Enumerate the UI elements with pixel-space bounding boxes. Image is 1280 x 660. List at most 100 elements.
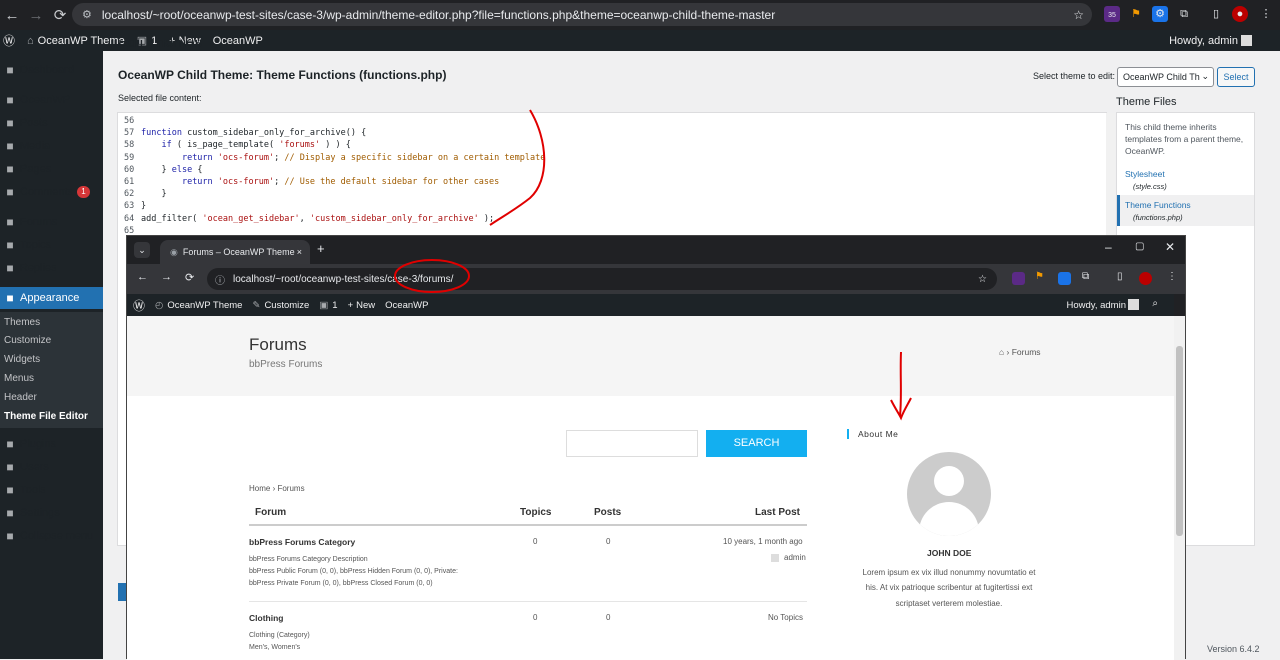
forward-icon[interactable]: → (24, 7, 48, 24)
forum-search-input[interactable] (566, 430, 698, 457)
inner-back-icon[interactable]: ← (137, 271, 148, 283)
extension-icon[interactable]: 35 (1104, 6, 1120, 22)
code-line[interactable]: if ( is_page_template( 'forums' ) ) { (141, 140, 350, 150)
sidebar-item-topics[interactable]: ■ Topics (0, 234, 103, 256)
sidebar-item-appearance[interactable]: ■ Appearance (0, 287, 103, 309)
sidebar-item-replies[interactable]: ■ Replies (0, 257, 103, 279)
admin-oceanwp[interactable]: OceanWP (213, 35, 263, 47)
sidebar-item-dashboard[interactable]: ■ Dashboard (0, 59, 103, 81)
breadcrumb-home-icon[interactable]: ⌂ (999, 347, 1004, 357)
extension-gear-icon[interactable]: ⚙ (1152, 6, 1168, 22)
inner-extension-icon[interactable] (1012, 272, 1025, 285)
submenu-themes[interactable]: Themes (4, 317, 40, 328)
site-info-icon[interactable]: ⚙ (82, 8, 92, 21)
inner-new[interactable]: New (356, 300, 375, 311)
file-theme-functions[interactable]: Theme Functions (1125, 200, 1191, 210)
editor-title: OceanWP Child Theme: Theme Functions (fu… (118, 68, 447, 82)
sidebar-item-users[interactable]: ■ Users (0, 456, 103, 478)
code-line[interactable]: return 'ocs-forum'; // Display a specifi… (141, 153, 545, 163)
avatar[interactable] (1241, 35, 1252, 46)
sidebar-item-comments[interactable]: ■ Comments 1 (0, 181, 103, 203)
window-close-icon[interactable]: ✕ (1165, 240, 1175, 254)
submenu-theme-file-editor[interactable]: Theme File Editor (4, 411, 88, 422)
theme-select[interactable]: OceanWP Child Th ⌄ (1117, 67, 1214, 87)
forum-name[interactable]: bbPress Forums Category (249, 537, 355, 547)
sidebar-item-oceanwp[interactable]: ■ OceanWP (0, 89, 103, 111)
code-line[interactable]: } (141, 189, 166, 199)
breadcrumb-current: Forums (1011, 347, 1041, 357)
address-bar[interactable]: ⚙ localhost/~root/oceanwp-test-sites/cas… (72, 3, 1092, 26)
code-line[interactable]: function custom_sidebar_only_for_archive… (141, 128, 366, 138)
bookmark-star-icon[interactable]: ☆ (1073, 8, 1084, 22)
inner-panel-icon[interactable]: ▯ (1117, 271, 1123, 282)
select-button[interactable]: Select (1217, 67, 1255, 87)
menu-dots-icon[interactable]: ⋮ (1258, 6, 1274, 22)
inner-flag-icon[interactable]: ⚑ (1035, 271, 1044, 282)
close-icon[interactable]: × (297, 247, 302, 257)
forum-search-button[interactable]: SEARCH (706, 430, 807, 457)
submenu-widgets[interactable]: Widgets (4, 354, 40, 365)
sidebar-item-tools[interactable]: ■ Tools (0, 479, 103, 501)
submenu-customize[interactable]: Customize (4, 335, 51, 346)
forum-name[interactable]: Clothing (249, 613, 283, 623)
inner-url: localhost/~root/oceanwp-test-sites/case-… (233, 273, 454, 285)
sidebar-item-plugins[interactable]: ■ Plugins (0, 433, 103, 455)
new-tab-icon[interactable]: + (317, 241, 325, 256)
sidebar-item-settings[interactable]: ■ Settings (0, 502, 103, 524)
submenu-menus[interactable]: Menus (4, 373, 34, 384)
inner-search-icon[interactable]: ⌕ (1152, 298, 1158, 309)
profile-avatar-icon[interactable]: ● (1232, 6, 1248, 22)
wordpress-logo-icon[interactable]: Ⓦ (3, 32, 15, 49)
inner-scroll-thumb[interactable] (1176, 346, 1183, 536)
back-icon[interactable]: ← (0, 7, 24, 24)
tab-search-icon[interactable]: ⌄ (134, 242, 150, 258)
forum-last-post[interactable]: 10 years, 1 month ago (723, 537, 803, 546)
code-line[interactable]: add_filter( 'ocean_get_sidebar', 'custom… (141, 214, 494, 224)
inner-howdy[interactable]: Howdy, admin (1067, 300, 1127, 311)
inner-tab[interactable]: ◉ Forums – OceanWP Theme × (160, 240, 310, 264)
extensions-puzzle-icon[interactable]: ⧉ (1176, 6, 1192, 22)
reload-icon[interactable]: ⟳ (48, 6, 72, 24)
code-line[interactable]: } else { (141, 165, 202, 175)
submenu-header[interactable]: Header (4, 392, 37, 403)
line-number: 64 (124, 213, 135, 224)
sidebar-item-media[interactable]: ■ Media (0, 135, 103, 157)
admin-howdy[interactable]: Howdy, admin (1169, 35, 1238, 47)
inner-site-name[interactable]: OceanWP Theme (167, 300, 242, 311)
inner-forward-icon[interactable]: → (161, 271, 172, 283)
sidebar-item-posts[interactable]: ■ Posts (0, 112, 103, 134)
code-line[interactable]: } (141, 201, 146, 211)
browser-toolbar: ← → ⟳ ⚙ localhost/~root/oceanwp-test-sit… (0, 0, 1280, 30)
inner-reload-icon[interactable]: ⟳ (185, 271, 194, 284)
forum-topics: 0 (533, 537, 538, 546)
sidebar-item-pages[interactable]: ■ Pages (0, 158, 103, 180)
inner-avatar[interactable] (1128, 299, 1139, 310)
side-panel-icon[interactable]: ▯ (1208, 6, 1224, 22)
inner-menu-icon[interactable]: ⋮ (1167, 271, 1177, 282)
minimize-icon[interactable]: – (1105, 240, 1112, 254)
inner-scrollbar[interactable] (1174, 316, 1185, 660)
author-bio-3: scriptaset verterem molestiae. (895, 599, 1003, 608)
inner-comments-count[interactable]: 1 (332, 300, 337, 311)
inner-oceanwp[interactable]: OceanWP (385, 300, 428, 311)
inner-gear-icon[interactable] (1058, 272, 1071, 285)
sidebar-item-forums[interactable]: ■ Forums (0, 211, 103, 233)
extension-flag-icon[interactable]: ⚑ (1128, 6, 1144, 22)
inner-address-bar[interactable]: ⓘ localhost/~root/oceanwp-test-sites/cas… (207, 268, 997, 290)
maximize-icon[interactable]: ▢ (1135, 241, 1144, 252)
inner-comments-icon[interactable]: ▣ (319, 300, 328, 311)
file-stylesheet[interactable]: Stylesheet (1125, 169, 1165, 179)
inner-profile-icon[interactable] (1139, 272, 1152, 285)
code-line[interactable]: return 'ocs-forum'; // Use the default s… (141, 177, 499, 187)
sidebar-item-collapse-menu[interactable]: ■ Collapse menu (0, 525, 103, 547)
inner-customize[interactable]: Customize (264, 300, 309, 311)
forum-last-author[interactable]: admin (784, 553, 806, 562)
inner-bookmark-icon[interactable]: ☆ (978, 274, 987, 285)
update-file-button[interactable] (118, 583, 126, 601)
author-avatar (907, 452, 991, 536)
admin-site-name[interactable]: OceanWP Theme (38, 35, 125, 47)
inner-wp-logo-icon[interactable]: Ⓦ (133, 297, 145, 314)
sidebar-item-label: Collapse menu (20, 530, 94, 542)
column-topics: Topics (520, 507, 552, 518)
inner-puzzle-icon[interactable]: ⧉ (1082, 271, 1089, 282)
